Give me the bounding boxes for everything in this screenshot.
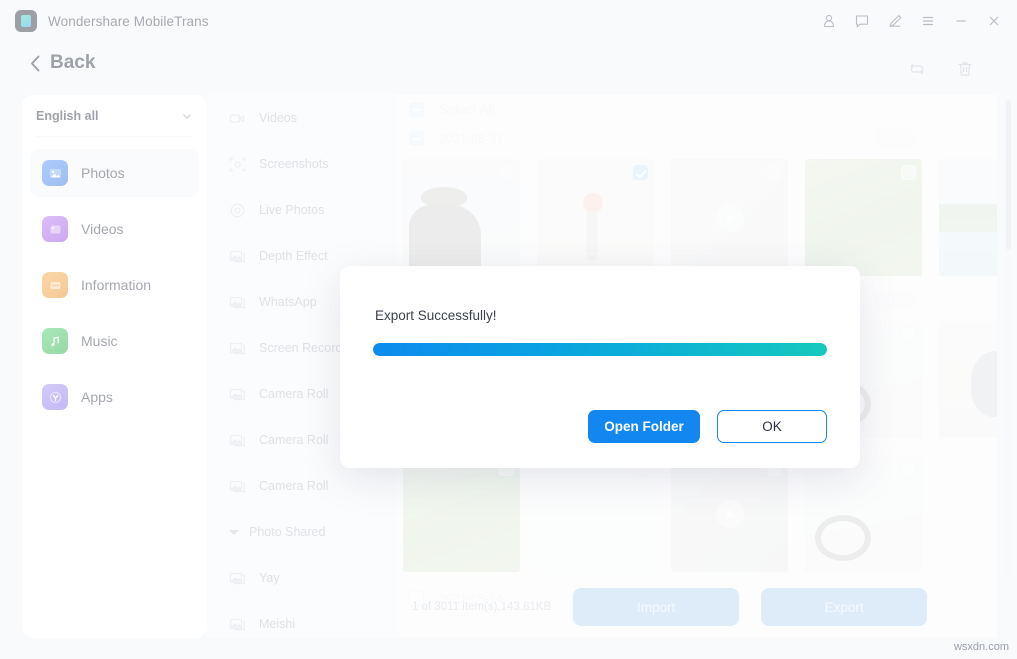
mobiletrans-window: Wondershare MobileTrans <box>0 0 1017 659</box>
progress-bar <box>373 343 827 356</box>
ok-button[interactable]: OK <box>717 410 827 443</box>
progress-bar-fill <box>373 343 827 356</box>
dialog-actions: Open Folder OK <box>588 410 827 443</box>
open-folder-button[interactable]: Open Folder <box>588 410 700 443</box>
export-success-dialog: Export Successfully! Open Folder OK <box>340 266 860 468</box>
dialog-message: Export Successfully! <box>375 308 497 323</box>
watermark: wsxdn.com <box>954 641 1009 653</box>
